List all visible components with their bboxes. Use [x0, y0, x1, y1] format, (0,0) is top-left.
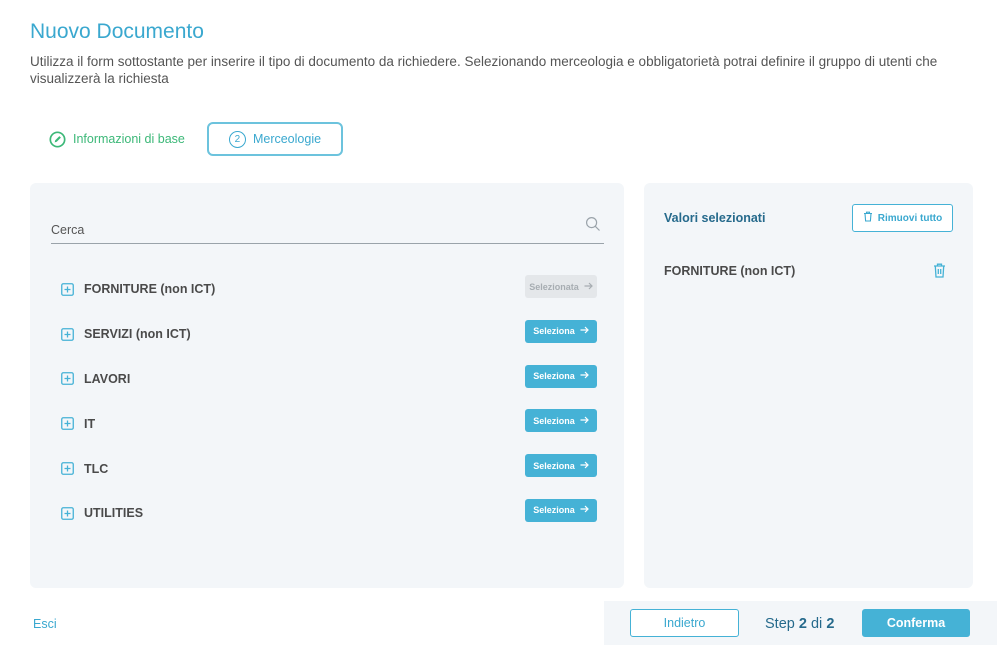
- step-total: 2: [826, 616, 835, 632]
- list-item: FORNITURE (non ICT) Selezionata: [60, 267, 597, 312]
- selected-item-label: FORNITURE (non ICT): [664, 264, 796, 278]
- confirm-button[interactable]: Conferma: [862, 609, 970, 637]
- plus-square-icon[interactable]: [61, 417, 74, 431]
- select-button-label: Seleziona: [533, 371, 575, 382]
- tab-label: Informazioni di base: [73, 132, 185, 146]
- arrow-right-icon: [580, 371, 589, 381]
- plus-square-icon[interactable]: [61, 282, 74, 296]
- exit-link[interactable]: Esci: [33, 617, 57, 631]
- select-button[interactable]: Seleziona: [525, 498, 597, 522]
- page-title: Nuovo Documento: [30, 20, 204, 43]
- select-button-label: Selezionata: [529, 281, 579, 292]
- arrow-right-icon: [580, 505, 589, 515]
- tab-merceologie[interactable]: 2 Merceologie: [207, 122, 343, 156]
- plus-square-icon[interactable]: [61, 372, 74, 386]
- pencil-icon: [49, 130, 66, 148]
- step-word: Step: [765, 616, 795, 632]
- plus-square-icon[interactable]: [61, 462, 74, 475]
- select-button[interactable]: Seleziona: [525, 409, 597, 433]
- select-button-label: Seleziona: [533, 415, 575, 426]
- arrow-right-icon: [584, 282, 593, 292]
- select-button-label: Seleziona: [533, 326, 575, 337]
- category-label: TLC: [84, 461, 109, 476]
- select-button-label: Seleziona: [533, 460, 575, 471]
- search-input[interactable]: [51, 220, 571, 240]
- tab-informazioni-di-base[interactable]: Informazioni di base: [49, 129, 185, 149]
- arrow-right-icon: [580, 326, 589, 336]
- list-item: LAVORI Seleziona: [60, 357, 597, 402]
- arrow-right-icon: [580, 416, 589, 426]
- plus-square-icon[interactable]: [61, 506, 74, 520]
- list-item: SERVIZI (non ICT) Seleziona: [60, 312, 597, 357]
- search-box: [51, 212, 604, 244]
- remove-all-button[interactable]: Rimuovi tutto: [852, 204, 953, 232]
- arrow-right-icon: [580, 461, 589, 471]
- category-list: FORNITURE (non ICT) Selezionata SERVIZI …: [60, 267, 597, 536]
- category-label: FORNITURE (non ICT): [84, 282, 216, 297]
- select-button[interactable]: Seleziona: [525, 364, 597, 388]
- select-button[interactable]: Seleziona: [525, 454, 597, 478]
- select-button[interactable]: Seleziona: [525, 319, 597, 343]
- selected-values-panel: Valori selezionati Rimuovi tutto FORNITU…: [644, 183, 973, 588]
- search-icon[interactable]: [585, 216, 601, 237]
- category-label: SERVIZI (non ICT): [84, 327, 191, 342]
- trash-icon[interactable]: [933, 263, 946, 283]
- step-of: di: [810, 616, 823, 632]
- category-label: UTILITIES: [84, 506, 144, 521]
- step-current: 2: [798, 616, 807, 632]
- list-item: TLC Seleziona: [60, 446, 597, 491]
- plus-square-icon[interactable]: [61, 327, 74, 341]
- categories-panel: FORNITURE (non ICT) Selezionata SERVIZI …: [30, 183, 624, 588]
- list-item: UTILITIES Seleziona: [60, 491, 597, 536]
- list-item: IT Seleziona: [60, 401, 597, 446]
- step-number-badge: 2: [228, 130, 246, 148]
- step-indicator: Step 2 di 2: [765, 616, 834, 632]
- category-label: IT: [84, 416, 96, 431]
- back-button[interactable]: Indietro: [630, 609, 739, 637]
- footer-bar: Indietro Step 2 di 2 Conferma: [604, 601, 997, 645]
- selected-values-title: Valori selezionati: [664, 211, 766, 225]
- category-label: LAVORI: [84, 371, 131, 386]
- remove-all-label: Rimuovi tutto: [877, 212, 943, 224]
- select-button: Selezionata: [525, 275, 597, 298]
- page-description: Utilizza il form sottostante per inserir…: [30, 54, 938, 86]
- selected-item: FORNITURE (non ICT): [664, 261, 954, 281]
- select-button-label: Seleziona: [533, 505, 575, 516]
- trash-icon: [863, 211, 873, 225]
- tab-label: Merceologie: [252, 132, 322, 146]
